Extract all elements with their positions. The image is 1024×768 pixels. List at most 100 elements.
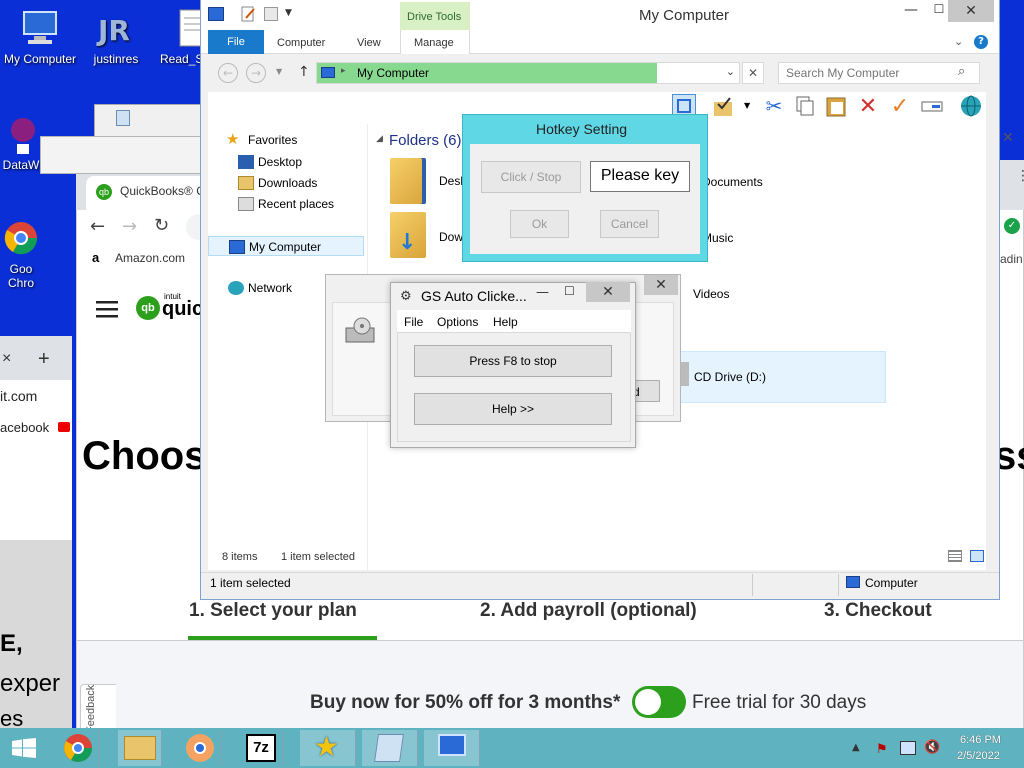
hamburger-menu-icon[interactable]	[96, 300, 118, 318]
forward-arrow-icon[interactable]: →	[122, 216, 137, 237]
taskbar-star-app[interactable]: ★	[300, 730, 356, 766]
quick-access-properties-icon[interactable]	[240, 6, 256, 22]
reload-icon[interactable]: ↻	[154, 215, 169, 236]
feedback-label: Feedback	[85, 684, 97, 733]
nav-up-icon[interactable]: ↑	[298, 64, 310, 80]
menu-file[interactable]: File	[404, 315, 423, 329]
press-f8-to-stop-button[interactable]: Press F8 to stop	[414, 345, 612, 377]
back-bookmark-facebook[interactable]: acebook	[0, 420, 49, 435]
folders-collapse-icon[interactable]: ◢	[376, 134, 383, 144]
step-select-plan[interactable]: 1. Select your plan	[189, 600, 357, 622]
nav-recent-dropdown-icon[interactable]: ▼	[276, 67, 282, 76]
new-tab-button[interactable]: +	[38, 348, 50, 371]
folder-check-icon[interactable]	[712, 94, 736, 118]
right-panel-menu-icon[interactable]: ⋮	[1016, 168, 1024, 184]
bottom-location-text: Computer	[865, 576, 918, 590]
ribbon-tab-manage[interactable]: Manage	[414, 37, 454, 49]
clock-date[interactable]: 2/5/2022	[957, 750, 1000, 762]
network-tray-icon[interactable]	[900, 741, 916, 755]
folders-group-header[interactable]: Folders (6)	[389, 132, 462, 149]
autoclicker-maximize-button[interactable]: ☐	[564, 284, 575, 298]
computer-icon	[20, 8, 60, 48]
address-clear-icon[interactable]: ✕	[742, 62, 764, 84]
tray-overflow-icon[interactable]: ▲	[852, 742, 860, 753]
desktop-icon-my-computer[interactable]: My Computer	[0, 8, 82, 66]
drive-item-cd-d[interactable]: CD Drive (D:)	[676, 351, 886, 403]
star-icon: ★	[226, 131, 240, 148]
search-input[interactable]	[786, 65, 946, 81]
address-computer-icon	[321, 67, 335, 78]
address-bar[interactable]: ▸ My Computer ⌄	[316, 62, 740, 84]
nav-back-icon[interactable]: ←	[218, 63, 238, 83]
folder-item-desktop[interactable]: Desk	[386, 156, 466, 212]
chrome-icon	[1, 218, 41, 258]
bottom-divider-2	[838, 574, 839, 596]
desktop-icon-google-chrome[interactable]: Goo Chro	[0, 218, 44, 290]
nav-favorites-label: Favorites	[248, 133, 298, 147]
network-globe-icon[interactable]	[958, 94, 982, 118]
back-address-bar[interactable]: it.com	[0, 388, 37, 404]
quick-access-newfolder-icon[interactable]	[264, 7, 278, 21]
folder-item-documents[interactable]: Documents	[702, 175, 763, 189]
autoclicker-minimize-button[interactable]: —	[536, 285, 549, 300]
address-separator-icon: ▸	[341, 66, 346, 76]
click-stop-button: Click / Stop	[481, 161, 581, 193]
background-dialog-close-button[interactable]: ✕	[644, 275, 678, 295]
nav-recent-places[interactable]: Recent places	[208, 194, 364, 214]
folder-item-videos[interactable]: Videos	[693, 287, 729, 301]
shield-check-icon: ✓	[1004, 218, 1020, 234]
taskbar-notepad[interactable]	[362, 730, 418, 766]
cut-icon[interactable]: ✂	[762, 94, 786, 118]
details-view-icon[interactable]	[948, 550, 962, 562]
downloads-folder-icon: ↓	[390, 212, 426, 258]
ribbon-tab-file[interactable]: File	[208, 30, 264, 54]
nav-my-computer[interactable]: My Computer	[208, 236, 364, 256]
search-icon[interactable]: ⌕	[958, 64, 965, 79]
quickbooks-favicon: qb	[96, 184, 112, 200]
rename-icon[interactable]	[920, 94, 944, 118]
nav-favorites[interactable]: ★ Favorites	[208, 130, 364, 150]
taskbar-my-computer[interactable]	[424, 730, 480, 766]
quickbooks-logo[interactable]: qb intuit quic	[136, 292, 203, 326]
delete-icon[interactable]: ✕	[856, 94, 880, 119]
start-button[interactable]	[0, 728, 48, 768]
feedback-tab[interactable]: Feedback	[80, 684, 116, 733]
taskbar-chrome-canary[interactable]	[178, 730, 222, 766]
menu-help[interactable]: Help	[493, 315, 518, 329]
minimize-button[interactable]: —	[898, 2, 924, 22]
autoclicker-close-button[interactable]: ✕	[586, 282, 630, 302]
taskbar-7zip[interactable]: 7z	[240, 730, 284, 766]
copy-icon[interactable]	[792, 94, 816, 118]
step-add-payroll[interactable]: 2. Add payroll (optional)	[480, 600, 697, 622]
pricing-toggle[interactable]	[632, 686, 686, 718]
taskbar-file-explorer[interactable]	[118, 730, 162, 766]
nav-downloads[interactable]: Downloads	[208, 173, 364, 193]
folder-item-downloads[interactable]: ↓ Dow	[386, 208, 466, 264]
folder-check-dropdown-icon[interactable]: ▼	[744, 101, 750, 110]
step-checkout[interactable]: 3. Checkout	[824, 600, 932, 622]
taskbar-chrome[interactable]	[56, 730, 100, 766]
ribbon-tab-view[interactable]: View	[357, 37, 381, 49]
tab-close-button[interactable]: ×	[2, 350, 11, 368]
nav-forward-icon[interactable]: →	[246, 63, 266, 83]
action-center-flag-icon[interactable]: ⚑	[876, 742, 890, 757]
help-expand-button[interactable]: Help >>	[414, 393, 612, 425]
checkmark-icon[interactable]: ✓	[888, 94, 912, 119]
address-dropdown-icon[interactable]: ⌄	[726, 65, 735, 78]
please-key-field[interactable]: Please key	[590, 161, 690, 192]
ribbon-expand-chevron-icon[interactable]: ⌄	[954, 35, 963, 48]
menu-options[interactable]: Options	[437, 315, 478, 329]
ribbon-tab-computer[interactable]: Computer	[277, 37, 325, 49]
tiles-view-icon[interactable]	[970, 550, 984, 562]
quick-access-dropdown-icon[interactable]: ▼	[285, 8, 292, 18]
close-button[interactable]: ✕	[948, 0, 994, 22]
right-panel-close-icon[interactable]: ✕	[1002, 130, 1014, 146]
volume-muted-icon[interactable]: 🔇	[924, 740, 940, 755]
desktop-icon-justinres[interactable]: JR justinres	[74, 8, 158, 66]
bookmark-amazon[interactable]: Amazon.com	[115, 251, 185, 265]
nav-desktop[interactable]: Desktop	[208, 152, 364, 172]
paste-icon[interactable]	[824, 94, 848, 118]
help-icon[interactable]: ?	[974, 35, 988, 49]
back-arrow-icon[interactable]: ←	[90, 216, 105, 237]
clock-time[interactable]: 6:46 PM	[960, 734, 1001, 746]
